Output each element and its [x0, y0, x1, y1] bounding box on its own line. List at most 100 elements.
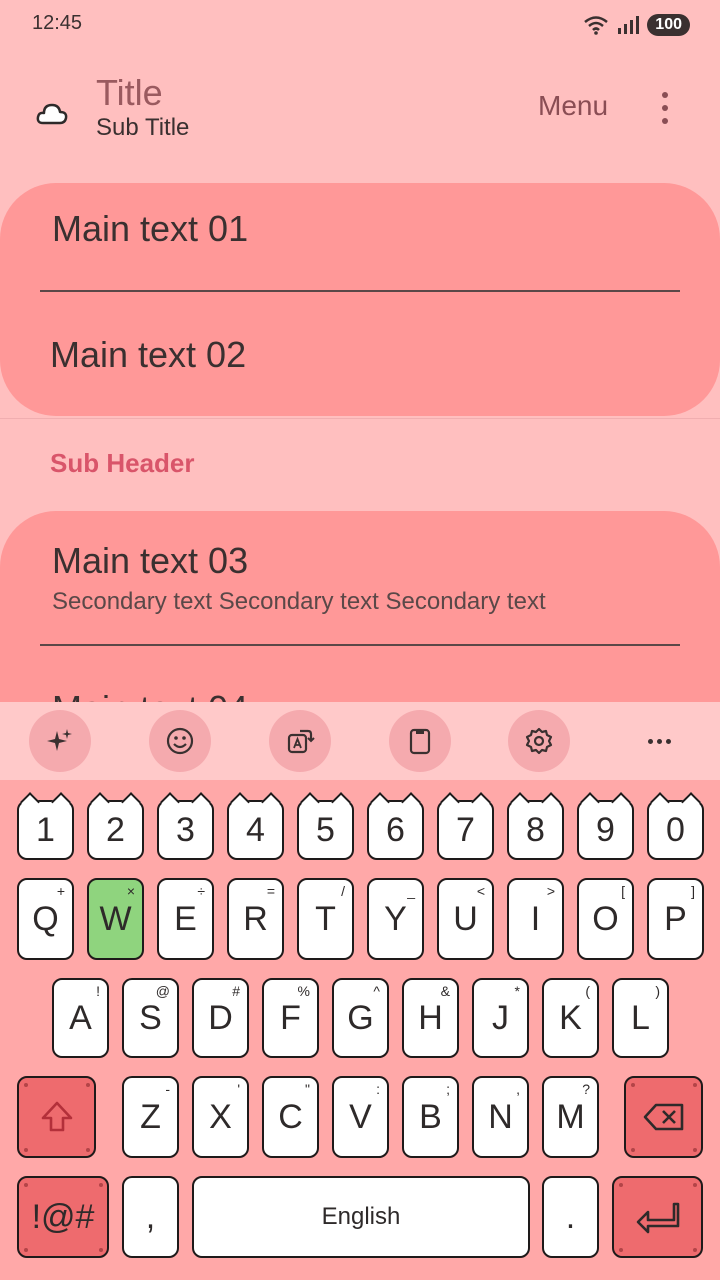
key-hint: [ — [621, 883, 625, 899]
key-hint: ^ — [373, 983, 380, 999]
key-label: 2 — [106, 810, 125, 849]
key-label: J — [492, 998, 509, 1037]
key-5[interactable]: 5 — [297, 800, 354, 860]
decorative-dot — [24, 1148, 28, 1152]
key-hint: ) — [655, 983, 660, 999]
key-hint: + — [56, 883, 65, 899]
key-label: Z — [140, 1097, 161, 1136]
backspace-key[interactable] — [624, 1076, 703, 1158]
key-label: M — [556, 1097, 585, 1136]
key-label: D — [208, 998, 233, 1037]
key-label: H — [418, 998, 443, 1037]
key-f[interactable]: F% — [262, 978, 319, 1058]
key-label: 5 — [316, 810, 335, 849]
period-key[interactable]: . — [542, 1176, 599, 1258]
key-j[interactable]: J * — [472, 978, 529, 1058]
decorative-dot — [99, 1183, 103, 1187]
key-label: Q — [32, 899, 59, 938]
key-t[interactable]: T / — [297, 878, 354, 960]
decorative-dot — [619, 1248, 623, 1252]
key-hint: & — [440, 983, 450, 999]
keyboard-keys: 1 2 3 4 5 6 7 8 9 0 Q + W × E ÷ R = T / Y _ U < I > O[P] A! S @ D # F% G ^… — [0, 0, 720, 1280]
decorative-dot — [24, 1248, 28, 1252]
key-label: 0 — [666, 810, 685, 849]
key-g[interactable]: G ^ — [332, 978, 389, 1058]
key-k[interactable]: K( — [542, 978, 599, 1058]
decorative-dot — [619, 1183, 623, 1187]
key-r[interactable]: R = — [227, 878, 284, 960]
key-u[interactable]: U < — [437, 878, 494, 960]
key-3[interactable]: 3 — [157, 800, 214, 860]
key-hint: " — [305, 1081, 310, 1097]
key-label: L — [631, 998, 650, 1037]
key-2[interactable]: 2 — [87, 800, 144, 860]
key-w[interactable]: W × — [87, 878, 144, 960]
key-label: Y — [384, 899, 407, 938]
key-label: R — [243, 899, 268, 938]
key-hint: > — [546, 883, 555, 899]
symbols-key[interactable]: !@# — [17, 1176, 109, 1258]
key-c[interactable]: C " — [262, 1076, 319, 1158]
key-h[interactable]: H & — [402, 978, 459, 1058]
key-n[interactable]: N, — [472, 1076, 529, 1158]
key-x[interactable]: X ' — [192, 1076, 249, 1158]
comma-key[interactable]: , — [122, 1176, 179, 1258]
key-d[interactable]: D # — [192, 978, 249, 1058]
key-label: English — [321, 1203, 401, 1230]
key-l[interactable]: L) — [612, 978, 669, 1058]
key-8[interactable]: 8 — [507, 800, 564, 860]
key-label: O — [592, 899, 619, 938]
key-v[interactable]: V: — [332, 1076, 389, 1158]
key-b[interactable]: B; — [402, 1076, 459, 1158]
key-7[interactable]: 7 — [437, 800, 494, 860]
decorative-dot — [86, 1083, 90, 1087]
enter-icon — [636, 1202, 679, 1234]
key-hint: , — [516, 1081, 520, 1097]
key-label: X — [209, 1097, 232, 1136]
key-hint: ( — [585, 983, 590, 999]
key-y[interactable]: Y _ — [367, 878, 424, 960]
key-4[interactable]: 4 — [227, 800, 284, 860]
key-label: A — [69, 998, 92, 1037]
decorative-dot — [693, 1248, 697, 1252]
key-hint: × — [126, 883, 135, 899]
key-label: 4 — [246, 810, 265, 849]
key-hint: ? — [582, 1081, 590, 1097]
key-label: 6 — [386, 810, 405, 849]
decorative-dot — [631, 1148, 635, 1152]
key-p[interactable]: P] — [647, 878, 704, 960]
key-1[interactable]: 1 — [17, 800, 74, 860]
key-label: , — [145, 1197, 156, 1236]
key-label: S — [139, 998, 162, 1037]
decorative-dot — [24, 1083, 28, 1087]
key-z[interactable]: Z- — [122, 1076, 179, 1158]
key-6[interactable]: 6 — [367, 800, 424, 860]
decorative-dot — [693, 1183, 697, 1187]
backspace-icon — [643, 1103, 683, 1131]
key-label: 8 — [526, 810, 545, 849]
key-hint: < — [476, 883, 485, 899]
key-label: G — [347, 998, 374, 1037]
key-q[interactable]: Q + — [17, 878, 74, 960]
enter-key[interactable] — [612, 1176, 703, 1258]
decorative-dot — [86, 1148, 90, 1152]
key-label: U — [453, 899, 478, 938]
key-s[interactable]: S @ — [122, 978, 179, 1058]
key-label: W — [99, 899, 132, 938]
key-label: B — [419, 1097, 442, 1136]
key-e[interactable]: E ÷ — [157, 878, 214, 960]
key-m[interactable]: M? — [542, 1076, 599, 1158]
key-a[interactable]: A! — [52, 978, 109, 1058]
key-o[interactable]: O[ — [577, 878, 634, 960]
key-label: C — [278, 1097, 303, 1136]
key-i[interactable]: I > — [507, 878, 564, 960]
key-label: 9 — [596, 810, 615, 849]
key-0[interactable]: 0 — [647, 800, 704, 860]
key-hint: - — [165, 1081, 170, 1097]
key-label: T — [315, 899, 336, 938]
key-label: 3 — [176, 810, 195, 849]
shift-key[interactable] — [17, 1076, 96, 1158]
key-9[interactable]: 9 — [577, 800, 634, 860]
key-hint: @ — [155, 983, 170, 999]
space-key[interactable]: English — [192, 1176, 530, 1258]
